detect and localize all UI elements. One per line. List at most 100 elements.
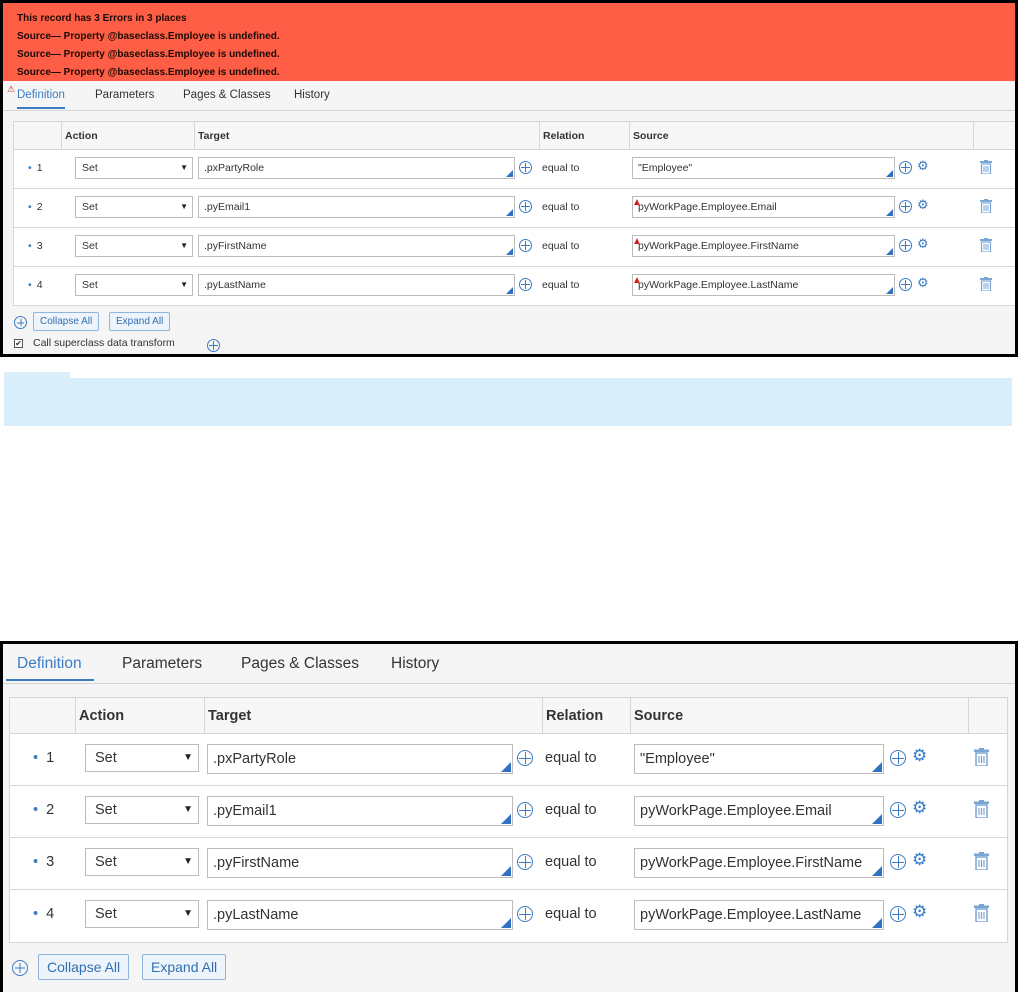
crosshair-icon[interactable]: [517, 854, 533, 870]
crosshair-icon[interactable]: [890, 802, 906, 818]
crosshair-icon[interactable]: [517, 802, 533, 818]
gear-icon[interactable]: ⚙: [917, 236, 929, 252]
trash-icon[interactable]: [974, 748, 989, 771]
tab-bar: Definition Parameters Pages & Classes Hi…: [3, 81, 1015, 111]
target-input[interactable]: .pyLastName: [198, 274, 515, 296]
column-action: Action: [61, 122, 191, 150]
crosshair-icon[interactable]: [899, 278, 912, 291]
target-input[interactable]: .pyEmail1: [198, 196, 515, 218]
column-actions: [973, 122, 1015, 150]
dropdown-arrow-icon: ▼: [183, 908, 193, 919]
tab-history[interactable]: History: [391, 653, 439, 681]
relation-label: equal to: [545, 854, 597, 870]
crosshair-icon[interactable]: [890, 854, 906, 870]
column-source: Source: [629, 122, 973, 150]
gear-icon[interactable]: ⚙: [917, 158, 929, 174]
trash-icon[interactable]: [980, 160, 992, 179]
crosshair-icon[interactable]: [519, 278, 532, 291]
add-circle-icon[interactable]: [14, 316, 27, 329]
action-select[interactable]: Set ▼: [75, 274, 193, 296]
tab-pages-classes[interactable]: Pages & Classes: [241, 653, 359, 681]
table-row: • 3 Set ▼ .pyFirstName equal to pyWorkPage…: [14, 228, 1015, 267]
tab-parameters[interactable]: Parameters: [95, 87, 154, 109]
source-input[interactable]: pyWorkPage.Employee.Email: [634, 796, 884, 826]
relation-label: equal to: [545, 906, 597, 922]
relation-label: equal to: [542, 240, 580, 252]
column-source: Source: [630, 698, 968, 734]
fixed-screenshot-panel: Definition Parameters Pages & Classes Hi…: [0, 641, 1018, 992]
call-superclass-checkbox[interactable]: ✔: [14, 339, 23, 348]
source-input[interactable]: pyWorkPage.Employee.LastName: [632, 274, 895, 296]
gear-icon[interactable]: ⚙: [912, 850, 927, 870]
trash-icon[interactable]: [980, 238, 992, 257]
action-select[interactable]: Set ▼: [85, 744, 199, 772]
action-select[interactable]: Set ▼: [85, 900, 199, 928]
action-select[interactable]: Set ▼: [85, 848, 199, 876]
source-input[interactable]: pyWorkPage.Employee.FirstName: [632, 235, 895, 257]
add-circle-icon[interactable]: [12, 960, 28, 976]
crosshair-icon[interactable]: [890, 906, 906, 922]
crosshair-icon[interactable]: [899, 239, 912, 252]
error-message: Source— Property @baseclass.Employee is …: [17, 67, 280, 78]
gear-icon[interactable]: ⚙: [912, 746, 927, 766]
source-input[interactable]: pyWorkPage.Employee.Email: [632, 196, 895, 218]
target-input[interactable]: .pyEmail1: [207, 796, 513, 826]
source-input[interactable]: pyWorkPage.Employee.FirstName: [634, 848, 884, 878]
source-input[interactable]: "Employee": [634, 744, 884, 774]
call-superclass-label: Call superclass data transform: [33, 337, 175, 349]
tab-history[interactable]: History: [294, 87, 330, 109]
source-input[interactable]: "Employee": [632, 157, 895, 179]
gear-icon[interactable]: ⚙: [912, 902, 927, 922]
target-input[interactable]: .pxPartyRole: [198, 157, 515, 179]
tab-bar: Definition Parameters Pages & Classes Hi…: [3, 644, 1015, 684]
trash-icon[interactable]: [974, 852, 989, 875]
trash-icon[interactable]: [980, 277, 992, 296]
tab-parameters[interactable]: Parameters: [122, 653, 202, 681]
crosshair-icon[interactable]: [517, 906, 533, 922]
gear-icon[interactable]: ⚙: [912, 798, 927, 818]
warning-icon: ▲: [632, 236, 642, 247]
action-select[interactable]: Set ▼: [75, 235, 193, 257]
crosshair-icon[interactable]: [890, 750, 906, 766]
expand-all-button[interactable]: Expand All: [142, 954, 227, 980]
data-transform-grid: Action Target Relation Source • 1 Set ▼ .p…: [13, 121, 1015, 306]
table-row: • 2 Set ▼ .pyEmail1 equal to pyWorkPage.Em…: [14, 189, 1015, 228]
column-action: Action: [75, 698, 203, 734]
tab-definition[interactable]: Definition: [17, 87, 65, 109]
action-select[interactable]: Set ▼: [85, 796, 199, 824]
table-row: • 4 Set ▼ .pyLastName equal to pyWorkPage.…: [10, 890, 1007, 942]
action-select[interactable]: Set ▼: [75, 196, 193, 218]
expand-all-button[interactable]: Expand All: [109, 312, 171, 331]
target-input[interactable]: .pyFirstName: [198, 235, 515, 257]
action-select[interactable]: Set ▼: [75, 157, 193, 179]
trash-icon[interactable]: [974, 800, 989, 823]
crosshair-icon[interactable]: [519, 239, 532, 252]
target-input[interactable]: .pyFirstName: [207, 848, 513, 878]
table-row: • 2 Set ▼ .pyEmail1 equal to pyWorkPage.Em…: [10, 786, 1007, 838]
error-message: Source— Property @baseclass.Employee is …: [17, 31, 280, 42]
trash-icon[interactable]: [980, 199, 992, 218]
source-input[interactable]: pyWorkPage.Employee.LastName: [634, 900, 884, 930]
collapse-all-button[interactable]: Collapse All: [38, 954, 130, 980]
crosshair-icon[interactable]: [899, 161, 912, 174]
crosshair-icon[interactable]: [207, 339, 220, 352]
trash-icon[interactable]: [974, 904, 989, 927]
crosshair-icon[interactable]: [899, 200, 912, 213]
row-number: • 2: [33, 802, 55, 818]
column-relation: Relation: [539, 122, 629, 150]
row-number: • 2: [28, 201, 43, 213]
crosshair-icon[interactable]: [519, 200, 532, 213]
collapse-all-button[interactable]: Collapse All: [33, 312, 100, 331]
tab-definition[interactable]: Definition: [6, 653, 94, 681]
tab-pages-classes[interactable]: Pages & Classes: [183, 87, 271, 109]
row-number: • 3: [33, 854, 55, 870]
crosshair-icon[interactable]: [517, 750, 533, 766]
gear-icon[interactable]: ⚙: [917, 275, 929, 291]
target-input[interactable]: .pyLastName: [207, 900, 513, 930]
table-row: • 4 Set ▼ .pyLastName equal to pyWorkPage.…: [14, 267, 1015, 306]
gear-icon[interactable]: ⚙: [917, 197, 929, 213]
target-input[interactable]: .pxPartyRole: [207, 744, 513, 774]
crosshair-icon[interactable]: [519, 161, 532, 174]
table-row: • 3 Set ▼ .pyFirstName equal to pyWorkPage…: [10, 838, 1007, 890]
relation-label: equal to: [545, 802, 597, 818]
